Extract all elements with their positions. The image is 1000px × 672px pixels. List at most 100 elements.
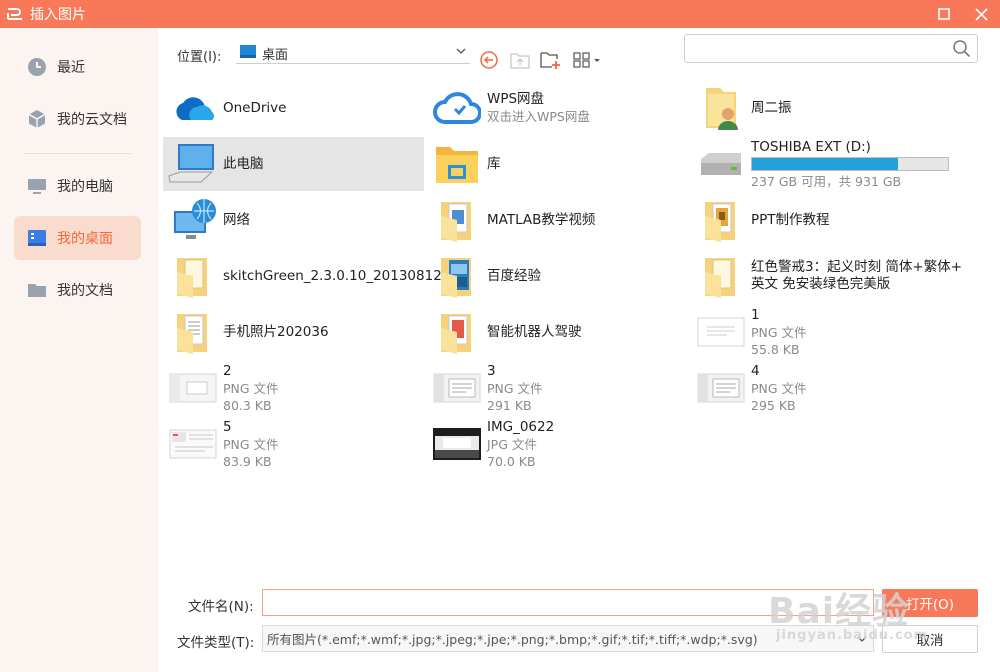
folder-icon xyxy=(431,194,483,246)
file-item-network[interactable]: 网络 xyxy=(163,193,424,247)
drive-icon xyxy=(695,138,747,190)
file-item-png-4[interactable]: 4 PNG 文件 295 KB xyxy=(691,361,952,415)
file-item-photos-folder[interactable]: 手机照片202036 xyxy=(163,305,424,359)
file-item-drive-d[interactable]: TOSHIBA EXT (D:) 237 GB 可用，共 931 GB xyxy=(691,137,952,191)
file-type: PNG 文件 xyxy=(751,380,807,396)
view-mode-button[interactable] xyxy=(572,49,602,71)
search-box xyxy=(684,34,978,63)
image-thumb-icon xyxy=(431,362,483,414)
close-button[interactable] xyxy=(963,0,999,28)
file-name: 2 xyxy=(223,362,232,379)
location-value: 桌面 xyxy=(262,47,289,63)
file-item-redalert-folder[interactable]: 红色警戒3：起义时刻 简体+繁体+ 英文 免安装绿色完美版 xyxy=(691,249,962,303)
filename-label: 文件名(N): xyxy=(188,599,254,615)
file-type: PNG 文件 xyxy=(751,324,807,340)
open-button[interactable]: 打开(O) xyxy=(882,589,978,617)
filetype-dropdown[interactable]: 所有图片(*.emf;*.wmf;*.jpg;*.jpeg;*.jpe;*.pn… xyxy=(262,625,874,652)
window-title: 插入图片 xyxy=(30,7,86,23)
file-item-baidu-folder[interactable]: 百度经验 xyxy=(427,249,688,303)
drive-usage-fill xyxy=(752,157,899,170)
sidebar-item-my-desktop[interactable]: 我的桌面 xyxy=(14,216,141,260)
photo-thumb-icon xyxy=(431,418,483,470)
file-name: 红色警戒3：起义时刻 简体+繁体+ xyxy=(751,259,963,275)
file-name: skitchGreen_2.3.0.10_20130812 xyxy=(223,267,442,284)
sidebar-item-label: 我的电脑 xyxy=(57,179,113,195)
file-size: 70.0 KB xyxy=(487,453,536,469)
sidebar: 最近 我的云文档 我的电脑 我的桌面 我的文档 xyxy=(0,28,158,672)
image-thumb-icon xyxy=(695,306,747,358)
file-name: 库 xyxy=(487,155,501,172)
file-item-png-3[interactable]: 3 PNG 文件 291 KB xyxy=(427,361,688,415)
sidebar-item-label: 我的桌面 xyxy=(57,231,113,247)
drive-usage-bar xyxy=(751,156,949,171)
cloud-cube-icon xyxy=(27,109,47,129)
file-item-png-5[interactable]: 5 PNG 文件 83.9 KB xyxy=(163,417,424,471)
sidebar-item-my-computer[interactable]: 我的电脑 xyxy=(14,164,141,208)
image-thumb-icon xyxy=(167,418,219,470)
sidebar-item-recent[interactable]: 最近 xyxy=(14,45,141,89)
new-folder-button[interactable] xyxy=(540,49,562,71)
monitor-icon xyxy=(27,176,47,196)
onedrive-icon xyxy=(167,82,219,134)
folder-icon xyxy=(695,250,747,302)
file-name: TOSHIBA EXT (D:) xyxy=(751,138,871,155)
file-name: 网络 xyxy=(223,211,250,228)
file-item-user-folder[interactable]: 周二振 xyxy=(691,81,952,135)
sidebar-item-cloud-docs[interactable]: 我的云文档 xyxy=(14,97,141,141)
file-type: PNG 文件 xyxy=(223,436,279,452)
folder-icon xyxy=(431,306,483,358)
file-size: 83.9 KB xyxy=(223,453,272,469)
file-item-png-1[interactable]: 1 PNG 文件 55.8 KB xyxy=(691,305,952,359)
sidebar-item-label: 最近 xyxy=(57,60,85,76)
file-name: MATLAB教学视频 xyxy=(487,211,596,228)
file-item-this-pc[interactable]: 此电脑 xyxy=(163,137,424,191)
location-label: 位置(I): xyxy=(177,50,222,65)
maximize-button[interactable] xyxy=(926,0,962,28)
file-name: 3 xyxy=(487,362,496,379)
file-subtitle: 双击进入WPS网盘 xyxy=(487,109,590,124)
file-name-line2: 英文 免安装绿色完美版 xyxy=(751,276,891,292)
user-folder-icon xyxy=(695,82,747,134)
sidebar-item-my-documents[interactable]: 我的文档 xyxy=(14,268,141,312)
file-name: 百度经验 xyxy=(487,267,541,284)
file-item-matlab-folder[interactable]: MATLAB教学视频 xyxy=(427,193,688,247)
filename-input[interactable] xyxy=(262,589,874,616)
file-item-robot-folder[interactable]: 智能机器人驾驶 xyxy=(427,305,688,359)
file-item-skitch-folder[interactable]: skitchGreen_2.3.0.10_20130812 xyxy=(163,249,442,303)
file-name: 4 xyxy=(751,362,760,379)
file-item-library[interactable]: 库 xyxy=(427,137,688,191)
file-size: 291 KB xyxy=(487,397,532,413)
file-name: OneDrive xyxy=(223,99,287,116)
folder-icon xyxy=(431,250,483,302)
filetype-label: 文件类型(T): xyxy=(177,635,255,651)
desktop-icon xyxy=(240,44,256,62)
file-item-img-0622[interactable]: IMG_0622 JPG 文件 70.0 KB xyxy=(427,417,688,471)
file-item-png-2[interactable]: 2 PNG 文件 80.3 KB xyxy=(163,361,424,415)
file-name: 5 xyxy=(223,418,232,435)
file-item-onedrive[interactable]: OneDrive xyxy=(163,81,424,135)
search-icon[interactable] xyxy=(952,39,971,62)
file-name: 此电脑 xyxy=(223,155,264,172)
file-item-wps-cloud[interactable]: WPS网盘 双击进入WPS网盘 xyxy=(427,81,688,135)
file-size: 55.8 KB xyxy=(751,341,800,357)
chevron-down-icon xyxy=(456,45,466,60)
file-type: PNG 文件 xyxy=(223,380,279,396)
back-button[interactable] xyxy=(478,49,500,71)
library-icon xyxy=(431,138,483,190)
file-type: JPG 文件 xyxy=(487,436,537,452)
up-folder-button[interactable] xyxy=(509,49,531,71)
cancel-button[interactable]: 取消 xyxy=(882,625,978,653)
desktop-icon xyxy=(27,228,47,248)
title-bar: 插入图片 xyxy=(0,0,1000,28)
wps-cloud-icon xyxy=(431,82,483,134)
file-item-ppt-folder[interactable]: PPT制作教程 xyxy=(691,193,952,247)
folder-icon xyxy=(27,280,47,300)
file-name: 周二振 xyxy=(751,99,792,116)
folder-icon xyxy=(167,306,219,358)
location-dropdown[interactable]: 桌面 xyxy=(236,43,470,64)
image-thumb-icon xyxy=(695,362,747,414)
filetype-value: 所有图片(*.emf;*.wmf;*.jpg;*.jpeg;*.jpe;*.pn… xyxy=(267,632,758,647)
search-input[interactable] xyxy=(691,35,946,62)
image-thumb-icon xyxy=(167,362,219,414)
sidebar-item-label: 我的云文档 xyxy=(57,112,127,128)
